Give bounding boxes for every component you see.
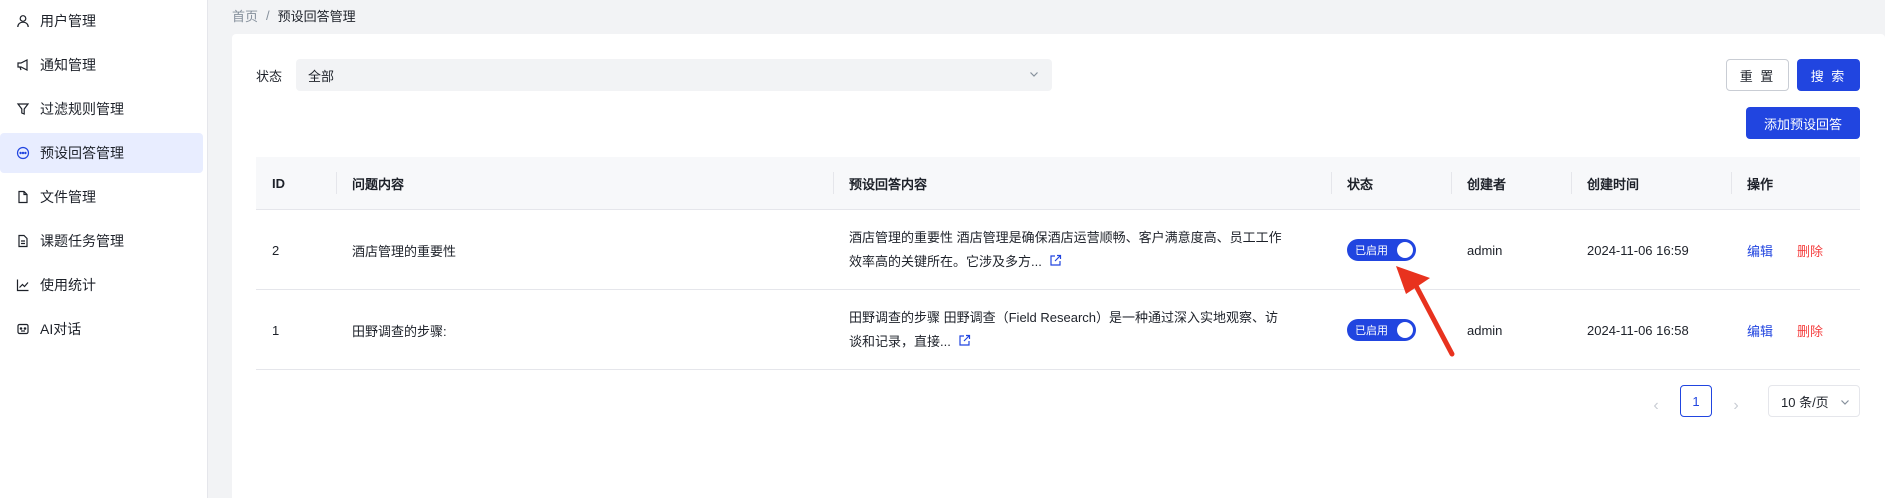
cell-creator: admin bbox=[1467, 242, 1503, 258]
sidebar-item-label: 课题任务管理 bbox=[40, 233, 124, 249]
delete-link[interactable]: 删除 bbox=[1797, 241, 1823, 260]
column-header-id: ID bbox=[272, 176, 285, 191]
sidebar-item-users[interactable]: 用户管理 bbox=[0, 1, 203, 41]
cell-question: 酒店管理的重要性 bbox=[352, 243, 457, 259]
page-size-value: 10 条/页 bbox=[1781, 394, 1829, 410]
sidebar-item-preset-answers[interactable]: 预设回答管理 bbox=[0, 133, 203, 173]
sidebar-item-label: 过滤规则管理 bbox=[40, 101, 124, 117]
sidebar-item-tasks[interactable]: 课题任务管理 bbox=[0, 221, 203, 261]
column-header-answer: 预设回答内容 bbox=[833, 157, 1331, 210]
page-size-select[interactable]: 10 条/页 bbox=[1768, 385, 1860, 417]
breadcrumb-home[interactable]: 首页 bbox=[232, 6, 258, 25]
robot-icon bbox=[16, 322, 30, 336]
answer-text-line: 效率高的关键所在。它涉及多方... bbox=[849, 254, 1042, 269]
sidebar-item-label: 用户管理 bbox=[40, 13, 96, 29]
filter-icon bbox=[16, 102, 30, 116]
chevron-down-icon bbox=[1839, 396, 1851, 408]
status-toggle-label: 已启用 bbox=[1355, 325, 1388, 337]
sidebar-item-notifications[interactable]: 通知管理 bbox=[0, 45, 203, 85]
file-icon bbox=[16, 190, 30, 204]
breadcrumb: 首页 / 预设回答管理 bbox=[232, 6, 356, 25]
cell-id: 2 bbox=[272, 242, 280, 258]
reset-button[interactable]: 重 置 bbox=[1726, 59, 1789, 91]
pagination-page-button[interactable]: 1 bbox=[1680, 385, 1712, 417]
answer-text-line: 谈和记录，直接... bbox=[849, 334, 951, 349]
user-icon bbox=[16, 14, 30, 28]
status-filter-select[interactable]: 全部 bbox=[296, 59, 1052, 91]
answer-text-line: 田野调查的步骤 田野调查（Field Research）是一种通过深入实地观察、… bbox=[849, 310, 1279, 325]
sidebar-item-label: 使用统计 bbox=[40, 277, 96, 293]
cell-created-time: 2024-11-06 16:59 bbox=[1587, 242, 1689, 258]
line-chart-icon bbox=[16, 278, 30, 292]
cell-created-time: 2024-11-06 16:58 bbox=[1587, 322, 1689, 338]
cell-actions: 编辑 删除 bbox=[1731, 290, 1860, 370]
external-link-icon[interactable] bbox=[958, 331, 971, 346]
sidebar-item-label: 通知管理 bbox=[40, 57, 96, 73]
column-header-question: 问题内容 bbox=[336, 157, 833, 210]
status-filter-value: 全部 bbox=[308, 68, 335, 84]
breadcrumb-separator: / bbox=[266, 8, 270, 23]
sidebar-item-files[interactable]: 文件管理 bbox=[0, 177, 203, 217]
status-toggle-label: 已启用 bbox=[1355, 245, 1388, 257]
chat-bubble-icon bbox=[16, 146, 30, 160]
toggle-knob bbox=[1397, 242, 1413, 258]
column-header-creator: 创建者 bbox=[1451, 157, 1571, 210]
pagination-next-button[interactable]: › bbox=[1724, 394, 1748, 418]
breadcrumb-current: 预设回答管理 bbox=[277, 9, 356, 24]
chevron-down-icon bbox=[1028, 68, 1040, 80]
answer-text-line: 酒店管理的重要性 酒店管理是确保酒店运营顺畅、客户满意度高、员工工作 bbox=[849, 230, 1282, 245]
cell-answer: 酒店管理的重要性 酒店管理是确保酒店运营顺畅、客户满意度高、员工工作 效率高的关… bbox=[833, 210, 1331, 290]
megaphone-icon bbox=[16, 58, 30, 72]
cell-actions: 编辑 删除 bbox=[1731, 210, 1860, 290]
sidebar-item-usage-stats[interactable]: 使用统计 bbox=[0, 265, 203, 305]
column-header-actions: 操作 bbox=[1731, 157, 1860, 210]
cell-creator: admin bbox=[1467, 322, 1503, 338]
sidebar-item-label: 文件管理 bbox=[40, 189, 96, 205]
table-header: ID 问题内容 预设回答内容 状态 创建者 创建时间 操作 bbox=[256, 157, 1860, 210]
cell-answer: 田野调查的步骤 田野调查（Field Research）是一种通过深入实地观察、… bbox=[833, 290, 1331, 370]
status-filter-label: 状态 bbox=[256, 69, 283, 84]
edit-link[interactable]: 编辑 bbox=[1747, 241, 1773, 260]
sidebar-item-filter-rules[interactable]: 过滤规则管理 bbox=[0, 89, 203, 129]
search-button[interactable]: 搜 索 bbox=[1797, 59, 1860, 91]
pagination-prev-button[interactable]: ‹ bbox=[1644, 394, 1668, 418]
document-icon bbox=[16, 234, 30, 248]
cell-id: 1 bbox=[272, 322, 280, 338]
annotation-arrow-icon bbox=[1396, 266, 1455, 357]
table-row: 2 酒店管理的重要性 酒店管理的重要性 酒店管理是确保酒店运营顺畅、客户满意度高… bbox=[256, 210, 1860, 290]
column-header-status: 状态 bbox=[1331, 157, 1451, 210]
sidebar-item-ai-chat[interactable]: AI对话 bbox=[0, 309, 203, 349]
delete-link[interactable]: 删除 bbox=[1797, 321, 1823, 340]
sidebar-item-label: AI对话 bbox=[40, 321, 82, 337]
sidebar-item-label: 预设回答管理 bbox=[40, 145, 124, 161]
cell-question: 田野调查的步骤: bbox=[352, 323, 447, 339]
edit-link[interactable]: 编辑 bbox=[1747, 321, 1773, 340]
external-link-icon[interactable] bbox=[1049, 251, 1062, 266]
column-header-created-time: 创建时间 bbox=[1571, 157, 1731, 210]
add-preset-answer-button[interactable]: 添加预设回答 bbox=[1746, 107, 1860, 139]
sidebar: 用户管理 通知管理 过滤规则管理 预设回答管理 文件管理 课题任务管理 使用统计… bbox=[0, 0, 208, 498]
table-row: 1 田野调查的步骤: 田野调查的步骤 田野调查（Field Research）是… bbox=[256, 290, 1860, 370]
